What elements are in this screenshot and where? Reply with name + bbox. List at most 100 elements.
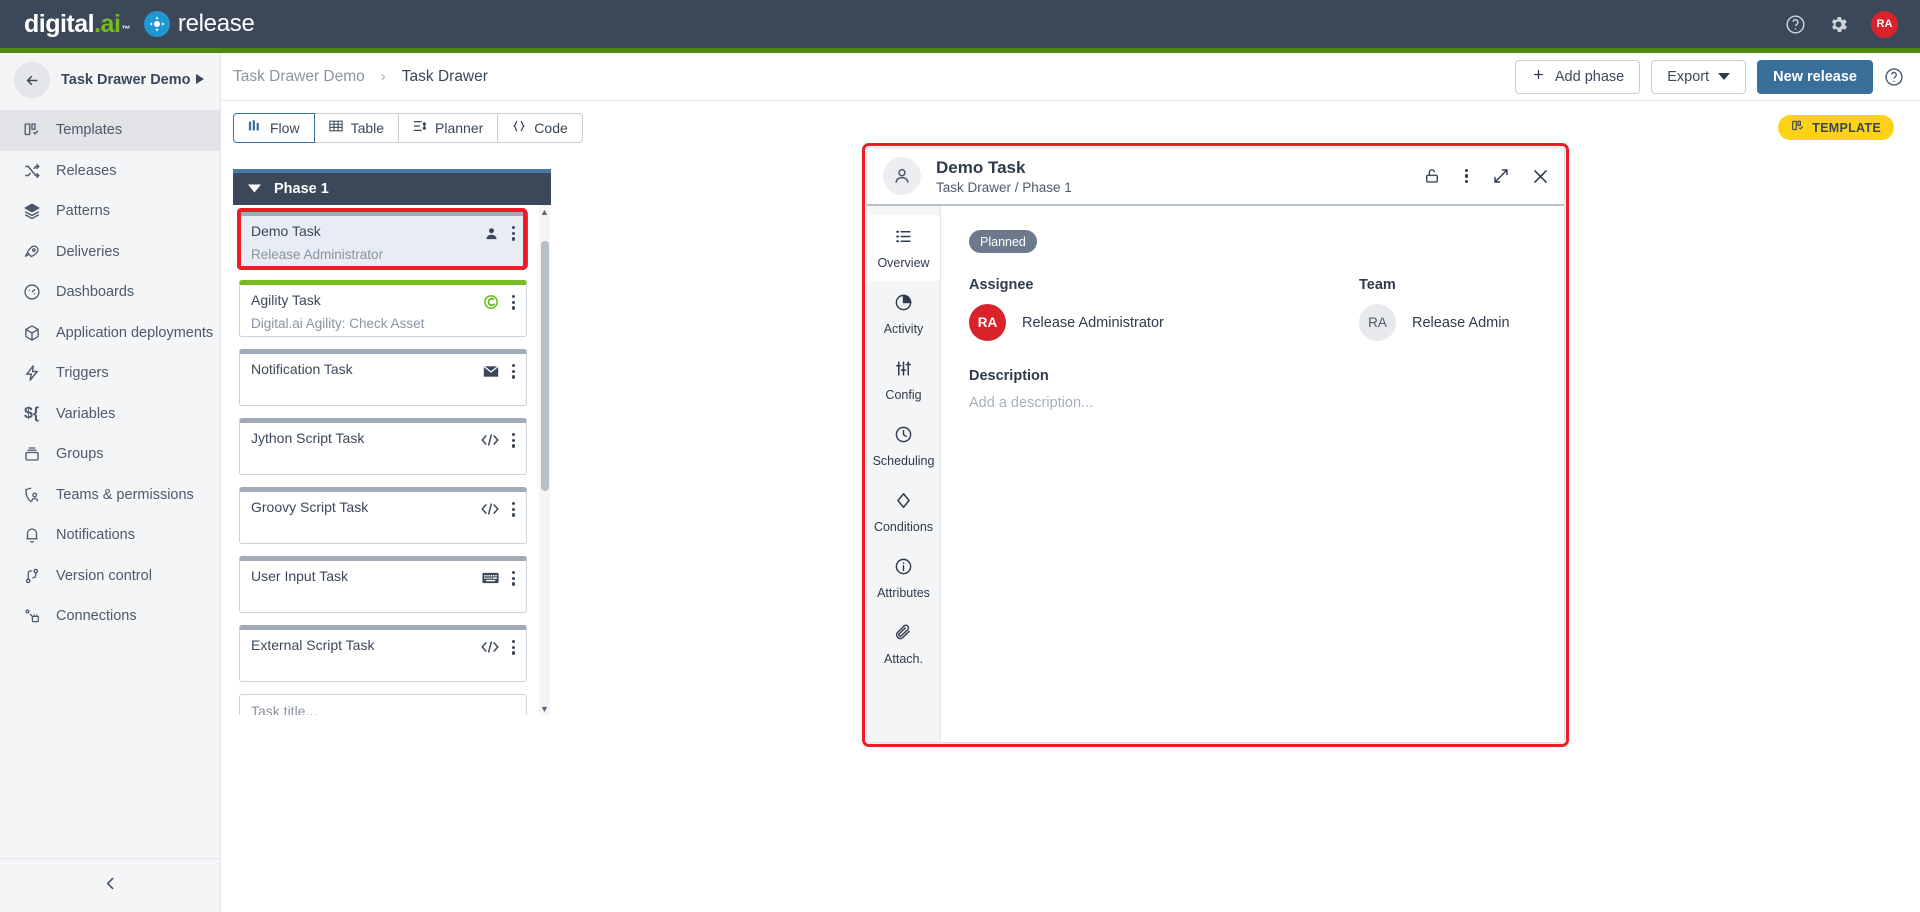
help-circle-icon[interactable] xyxy=(1884,67,1904,87)
sidebar-item-dashboards[interactable]: Dashboards xyxy=(0,272,220,313)
gear-icon[interactable] xyxy=(1828,14,1849,35)
brand-release[interactable]: release xyxy=(178,10,255,38)
drawer-overview-panel: Planned Assignee RA Release Administrato… xyxy=(941,206,1564,742)
drawer-tab-label: Attributes xyxy=(877,585,930,600)
sidebar-item-label: Releases xyxy=(56,162,117,179)
assignee-team-row: Assignee RA Release Administrator Team R… xyxy=(969,277,1564,341)
trademark-mark: ™ xyxy=(121,23,130,34)
kebab-menu-icon[interactable] xyxy=(509,500,518,519)
agility-icon[interactable] xyxy=(483,294,499,310)
drawer-tab-attributes[interactable]: Attributes xyxy=(867,545,940,611)
kebab-menu-icon[interactable] xyxy=(509,362,518,381)
expand-icon[interactable] xyxy=(1492,167,1510,185)
chevron-left-icon xyxy=(102,875,119,897)
flow-bars-icon xyxy=(248,119,262,136)
new-task-title-input[interactable]: Task title... xyxy=(239,694,527,715)
status-badge[interactable]: Planned xyxy=(969,230,1037,253)
person-icon[interactable] xyxy=(484,226,499,241)
drawer-tab-config[interactable]: Config xyxy=(867,347,940,413)
assignee-name: Release Administrator xyxy=(1022,314,1164,331)
list-icon xyxy=(894,227,913,249)
tab-flow[interactable]: Flow xyxy=(233,112,315,143)
task-drawer-tabs: Overview Activity Config Scheduling Cond… xyxy=(867,206,941,742)
caret-down-icon[interactable] xyxy=(248,181,261,197)
drawer-tab-attachments[interactable]: Attach. xyxy=(867,611,940,677)
kebab-menu-icon[interactable] xyxy=(509,638,518,657)
task-card-jython-script-task[interactable]: Jython Script Task xyxy=(239,418,527,475)
sidebar-item-patterns[interactable]: Patterns xyxy=(0,191,220,232)
code-icon[interactable] xyxy=(481,433,499,447)
keyboard-icon[interactable] xyxy=(482,572,499,584)
task-card-agility-task[interactable]: Agility Task Digital.ai Agility: Check A… xyxy=(239,280,527,337)
breadcrumb-parent[interactable]: Task Drawer Demo xyxy=(233,68,365,86)
drawer-tab-activity[interactable]: Activity xyxy=(867,281,940,347)
sidebar-item-teams-permissions[interactable]: Teams & permissions xyxy=(0,475,220,516)
sidebar-item-label: Application deployments xyxy=(56,324,214,341)
tab-code[interactable]: Code xyxy=(497,112,583,143)
task-card-groovy-script-task[interactable]: Groovy Script Task xyxy=(239,487,527,544)
kebab-menu-icon[interactable] xyxy=(509,431,518,450)
task-card-actions xyxy=(483,362,518,381)
brand-digitalai[interactable]: digital.ai ™ xyxy=(24,10,130,39)
sidebar-item-templates[interactable]: Templates xyxy=(0,110,220,151)
play-triangle-icon[interactable] xyxy=(194,73,206,88)
kebab-menu-icon[interactable] xyxy=(1462,167,1471,186)
table-grid-icon xyxy=(328,119,343,136)
arrow-left-icon[interactable] xyxy=(14,62,50,98)
add-phase-button[interactable]: Add phase xyxy=(1514,59,1641,94)
task-card-external-script-task[interactable]: External Script Task xyxy=(239,625,527,682)
tab-table[interactable]: Table xyxy=(313,112,400,143)
sidebar-item-version-control[interactable]: Version control xyxy=(0,556,220,597)
code-icon[interactable] xyxy=(481,640,499,654)
view-tabs: Flow Table Planner Code xyxy=(233,112,583,143)
sidebar-item-releases[interactable]: Releases xyxy=(0,151,220,192)
team-value-row[interactable]: RA Release Admin xyxy=(1359,304,1564,341)
person-icon xyxy=(883,157,921,195)
phase-header[interactable]: Phase 1 xyxy=(233,169,551,205)
description-input[interactable]: Add a description... xyxy=(969,395,1564,411)
sidebar-item-groups[interactable]: Groups xyxy=(0,434,220,475)
export-button[interactable]: Export xyxy=(1651,59,1747,94)
scroll-up-arrow-icon[interactable]: ▲ xyxy=(539,205,550,218)
template-badge[interactable]: TEMPLATE xyxy=(1778,115,1894,140)
close-icon[interactable] xyxy=(1531,167,1550,186)
kebab-menu-icon[interactable] xyxy=(509,569,518,588)
sidebar-item-connections[interactable]: Connections xyxy=(0,596,220,637)
breadcrumb-current: Task Drawer xyxy=(401,67,488,85)
task-list-scrollbar[interactable]: ▲ ▼ xyxy=(539,205,550,715)
envelope-icon[interactable] xyxy=(483,365,499,378)
task-drawer-subtitle: Task Drawer / Phase 1 xyxy=(936,179,1072,195)
clock-icon xyxy=(894,425,913,447)
description-label: Description xyxy=(969,368,1049,384)
sidebar-item-label: Teams & permissions xyxy=(56,486,194,503)
tab-planner-label: Planner xyxy=(435,119,484,136)
drawer-tab-overview[interactable]: Overview xyxy=(867,215,940,281)
user-avatar[interactable]: RA xyxy=(1871,10,1898,38)
sidebar-project-header[interactable]: Task Drawer Demo xyxy=(0,53,220,107)
code-braces-icon xyxy=(512,119,526,136)
scroll-down-arrow-icon[interactable]: ▼ xyxy=(539,702,550,715)
drawer-tab-label: Attach. xyxy=(884,651,923,666)
task-card-demo-task[interactable]: Demo Task Release Administrator xyxy=(239,211,527,268)
new-release-button[interactable]: New release xyxy=(1757,59,1873,94)
help-circle-icon[interactable] xyxy=(1785,14,1806,35)
sidebar-item-deliveries[interactable]: Deliveries xyxy=(0,232,220,273)
sidebar-collapse-button[interactable] xyxy=(0,858,221,912)
sidebar-item-application-deployments[interactable]: Application deployments xyxy=(0,313,220,354)
sidebar-item-notifications[interactable]: Notifications xyxy=(0,515,220,556)
tab-planner[interactable]: Planner xyxy=(398,112,499,143)
drawer-tab-scheduling[interactable]: Scheduling xyxy=(867,413,940,479)
scrollbar-thumb[interactable] xyxy=(540,241,549,491)
code-icon[interactable] xyxy=(481,502,499,516)
task-card-notification-task[interactable]: Notification Task xyxy=(239,349,527,406)
kebab-menu-icon[interactable] xyxy=(509,293,518,312)
sidebar-item-variables[interactable]: ${ Variables xyxy=(0,394,220,435)
drawer-tab-conditions[interactable]: Conditions xyxy=(867,479,940,545)
lock-open-icon[interactable] xyxy=(1423,167,1441,185)
kebab-menu-icon[interactable] xyxy=(509,224,518,243)
assignee-value-row[interactable]: RA Release Administrator xyxy=(969,304,1359,341)
plus-icon xyxy=(1531,67,1546,86)
sidebar-item-label: Groups xyxy=(56,446,104,463)
task-card-user-input-task[interactable]: User Input Task xyxy=(239,556,527,613)
sidebar-item-triggers[interactable]: Triggers xyxy=(0,353,220,394)
